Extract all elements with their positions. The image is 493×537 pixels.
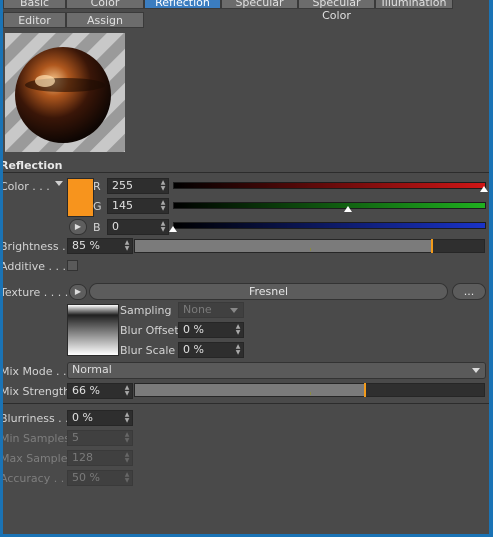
g-slider-handle[interactable] <box>344 206 352 212</box>
b-field[interactable]: 0 ▲ ▼ <box>107 219 169 235</box>
chevron-down-icon[interactable] <box>55 181 63 186</box>
brightness-slider[interactable] <box>134 239 485 253</box>
section-divider <box>3 172 489 173</box>
mix-strength-handle[interactable] <box>364 383 367 397</box>
tab-color[interactable]: Color <box>66 0 144 9</box>
additive-checkbox[interactable] <box>67 260 78 271</box>
accuracy-field[interactable]: 50 % ▲ ▼ <box>67 470 133 486</box>
blur-scale-label: Blur Scale <box>120 344 176 357</box>
tab-illumination[interactable]: Illumination <box>375 0 453 9</box>
b-slider[interactable] <box>173 222 486 229</box>
tab-assign[interactable]: Assign <box>66 12 144 28</box>
blurriness-field[interactable]: 0 % ▲ ▼ <box>67 410 133 426</box>
stepper-icon[interactable]: ▲ ▼ <box>160 200 166 212</box>
brightness-label: Brightness . . <box>3 240 73 253</box>
stepper-icon[interactable]: ▲ ▼ <box>160 180 166 192</box>
material-preview[interactable] <box>5 33 125 152</box>
stepper-icon[interactable]: ▲ ▼ <box>160 221 166 233</box>
r-label: R <box>93 180 101 193</box>
slider-tick <box>310 248 311 251</box>
blur-offset-label: Blur Offset <box>120 324 179 337</box>
stepper-icon[interactable]: ▲ ▼ <box>124 412 130 424</box>
min-samples-field[interactable]: 5 ▲ ▼ <box>67 430 133 446</box>
mix-mode-dropdown[interactable]: Normal <box>67 362 486 379</box>
material-editor-panel: Basic Color Reflection Specular Specular… <box>3 0 489 534</box>
stepper-icon[interactable]: ▲ ▼ <box>124 432 130 444</box>
stepper-icon[interactable]: ▲ ▼ <box>235 344 241 356</box>
texture-shader-button[interactable]: Fresnel <box>89 283 448 300</box>
tab-specular[interactable]: Specular <box>221 0 298 9</box>
stepper-icon[interactable]: ▲ ▼ <box>124 240 130 252</box>
blurriness-label: Blurriness . . . <box>3 412 76 425</box>
stepper-icon[interactable]: ▲ ▼ <box>124 385 130 397</box>
chevron-down-icon <box>230 308 238 313</box>
brightness-field[interactable]: 85 % ▲ ▼ <box>67 238 133 254</box>
mix-strength-slider[interactable] <box>134 383 485 397</box>
brightness-handle[interactable] <box>430 239 433 253</box>
brightness-fill <box>135 240 432 252</box>
tab-specular-color[interactable]: Specular Color <box>298 0 375 22</box>
r-slider[interactable] <box>173 182 486 189</box>
stepper-icon[interactable]: ▲ ▼ <box>235 324 241 336</box>
texture-label: Texture . . . . <box>3 286 69 299</box>
slider-tick <box>310 392 311 395</box>
max-samples-label: Max Samples <box>3 452 74 465</box>
mix-strength-label: Mix Strength <box>3 385 71 398</box>
accuracy-label: Accuracy . . . <box>3 472 72 485</box>
additive-label: Additive . . . . <box>3 260 73 273</box>
tab-editor[interactable]: Editor <box>3 12 66 28</box>
mix-mode-label: Mix Mode . . . <box>3 365 74 378</box>
texture-more-button[interactable]: ... <box>452 283 486 300</box>
mix-strength-fill <box>135 384 366 396</box>
stepper-icon[interactable]: ▲ ▼ <box>124 452 130 464</box>
max-samples-field[interactable]: 128 ▲ ▼ <box>67 450 133 466</box>
color-label: Color . . . <box>3 180 50 193</box>
r-slider-handle[interactable] <box>480 186 488 192</box>
tab-reflection[interactable]: Reflection <box>144 0 221 9</box>
mix-strength-field[interactable]: 66 % ▲ ▼ <box>67 383 133 399</box>
fresnel-thumbnail[interactable] <box>67 304 119 356</box>
sampling-label: Sampling <box>120 304 172 317</box>
blur-scale-field[interactable]: 0 % ▲ ▼ <box>178 342 244 358</box>
min-samples-label: Min Samples <box>3 432 70 445</box>
b-label: B <box>93 221 101 234</box>
blur-offset-field[interactable]: 0 % ▲ ▼ <box>178 322 244 338</box>
color-swatch[interactable] <box>67 178 94 217</box>
tab-basic[interactable]: Basic <box>3 0 66 9</box>
stepper-icon[interactable]: ▲ ▼ <box>124 472 130 484</box>
g-label: G <box>93 200 102 213</box>
chevron-down-icon <box>472 368 480 373</box>
g-slider[interactable] <box>173 202 486 209</box>
r-field[interactable]: 255 ▲ ▼ <box>107 178 169 194</box>
section-title: Reflection <box>3 159 63 172</box>
texture-expand-button[interactable]: ▶ <box>69 284 87 300</box>
g-field[interactable]: 145 ▲ ▼ <box>107 198 169 214</box>
sampling-dropdown[interactable]: None <box>178 302 244 318</box>
expand-toggle-button[interactable]: ▶ <box>69 219 87 235</box>
b-slider-handle[interactable] <box>169 226 177 232</box>
divider <box>3 403 489 404</box>
